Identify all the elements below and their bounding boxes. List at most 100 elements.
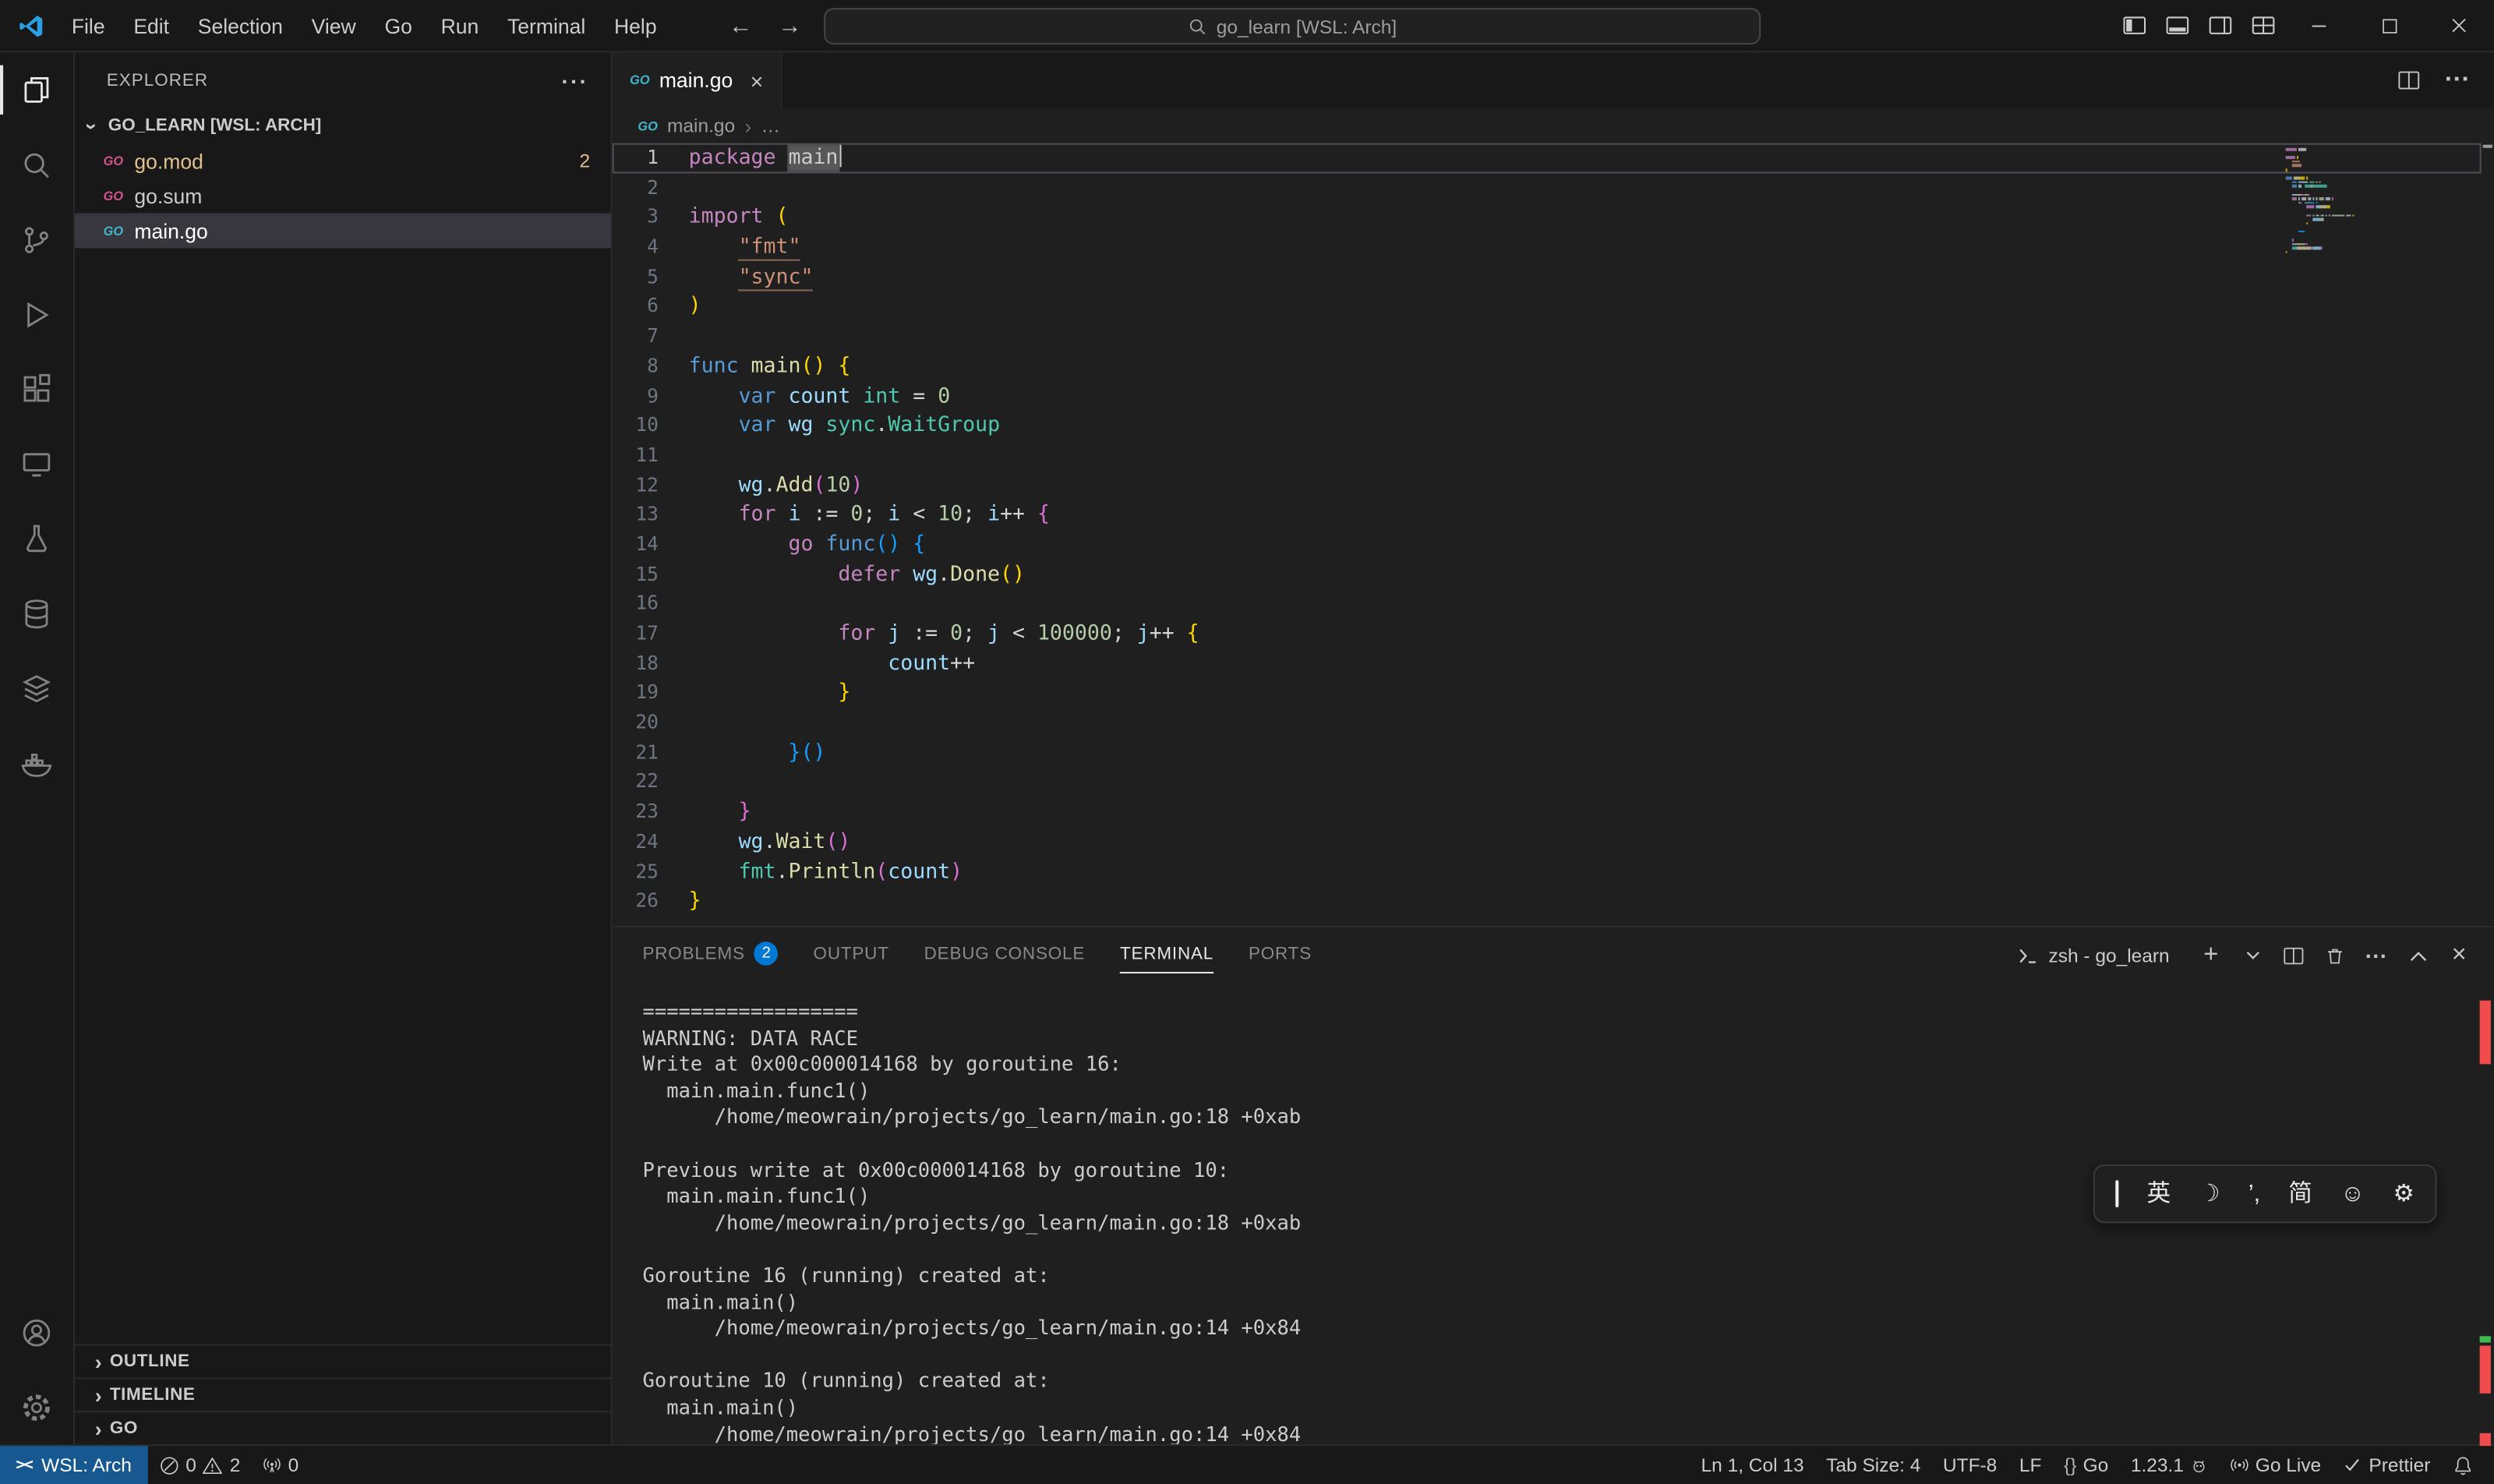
- code-line[interactable]: 13 for i := 0; i < 10; i++ {: [613, 500, 2482, 529]
- code-line[interactable]: 5 "sync": [613, 262, 2482, 292]
- explorer-section-header[interactable]: › GO_LEARN [WSL: ARCH]: [75, 108, 611, 143]
- code-line[interactable]: 4 "fmt": [613, 232, 2482, 262]
- activity-source-control[interactable]: [0, 202, 73, 277]
- breadcrumb-symbol[interactable]: …: [761, 115, 780, 137]
- code-line[interactable]: 3import (: [613, 203, 2482, 232]
- code-line[interactable]: 18 count++: [613, 648, 2482, 678]
- split-terminal-icon[interactable]: [2277, 938, 2309, 973]
- code-line[interactable]: 2: [613, 173, 2482, 203]
- code-line[interactable]: 17 for j := 0; j < 100000; j++ {: [613, 619, 2482, 648]
- editor-actions-icon[interactable]: ···: [2445, 66, 2471, 95]
- code-line[interactable]: 9 var count int = 0: [613, 381, 2482, 411]
- code-line[interactable]: 21 }(): [613, 737, 2482, 767]
- ports-status[interactable]: 0: [252, 1454, 310, 1476]
- code-line[interactable]: 22: [613, 768, 2482, 797]
- code-line[interactable]: 20: [613, 708, 2482, 737]
- activity-settings[interactable]: [0, 1369, 73, 1444]
- code-line[interactable]: 12 wg.Add(10): [613, 470, 2482, 500]
- code-line[interactable]: 25 fmt.Println(count): [613, 857, 2482, 886]
- code-line[interactable]: 10 var wg sync.WaitGroup: [613, 411, 2482, 440]
- activity-database[interactable]: [0, 576, 73, 651]
- activity-testing[interactable]: [0, 501, 73, 576]
- prettier-status[interactable]: Prettier: [2332, 1454, 2441, 1476]
- explorer-actions-icon[interactable]: ···: [561, 68, 588, 94]
- panel-tab-ports[interactable]: PORTS: [1249, 928, 1312, 983]
- ime-settings-gear-icon[interactable]: ⚙: [2393, 1182, 2414, 1206]
- ime-simplified-icon[interactable]: 简: [2288, 1182, 2312, 1206]
- kill-terminal-icon[interactable]: [2319, 938, 2351, 973]
- menu-file[interactable]: File: [57, 0, 118, 51]
- code-line[interactable]: 6): [613, 292, 2482, 321]
- menu-terminal[interactable]: Terminal: [493, 0, 600, 51]
- code-line[interactable]: 14 go func() {: [613, 529, 2482, 559]
- activity-accounts[interactable]: [0, 1295, 73, 1369]
- activity-docker[interactable]: [0, 726, 73, 800]
- history-forward-icon[interactable]: →: [778, 12, 802, 39]
- menu-edit[interactable]: Edit: [119, 0, 183, 51]
- language-mode[interactable]: {} Go: [2053, 1454, 2120, 1476]
- go-live-button[interactable]: Go Live: [2219, 1454, 2333, 1476]
- menu-view[interactable]: View: [297, 0, 370, 51]
- code-line[interactable]: 16: [613, 589, 2482, 619]
- notifications-bell[interactable]: [2442, 1454, 2485, 1475]
- indentation-status[interactable]: Tab Size: 4: [1815, 1454, 1932, 1476]
- menu-help[interactable]: Help: [600, 0, 671, 51]
- tab-main-go[interactable]: GO main.go ×: [613, 52, 782, 108]
- code-line[interactable]: 11: [613, 440, 2482, 470]
- cursor-position[interactable]: Ln 1, Col 13: [1690, 1454, 1815, 1476]
- ime-halfwidth-moon-icon[interactable]: ☽: [2199, 1182, 2220, 1206]
- eol-status[interactable]: LF: [2008, 1454, 2053, 1476]
- tab-close-icon[interactable]: ×: [751, 68, 764, 94]
- minimap[interactable]: [2286, 148, 2472, 256]
- breadcrumb-file[interactable]: main.go: [667, 115, 735, 137]
- window-maximize-button[interactable]: [2354, 0, 2424, 51]
- menu-selection[interactable]: Selection: [183, 0, 297, 51]
- panel-more-actions-icon[interactable]: ···: [2361, 938, 2393, 973]
- activity-explorer[interactable]: [0, 52, 73, 127]
- code-line[interactable]: 26}: [613, 886, 2482, 916]
- history-back-icon[interactable]: ←: [729, 12, 753, 39]
- activity-run-debug[interactable]: [0, 277, 73, 352]
- code-line[interactable]: 15 defer wg.Done(): [613, 560, 2482, 589]
- encoding-status[interactable]: UTF-8: [1932, 1454, 2008, 1476]
- activity-layers[interactable]: [0, 651, 73, 726]
- customize-layout-icon[interactable]: [2241, 0, 2284, 51]
- activity-remote-explorer[interactable]: [0, 426, 73, 501]
- split-editor-icon[interactable]: [2397, 69, 2422, 93]
- code-line[interactable]: 19 }: [613, 678, 2482, 708]
- code-line[interactable]: 8func main() {: [613, 352, 2482, 381]
- file-row-go-sum[interactable]: GO go.sum: [75, 178, 611, 214]
- file-row-go-mod[interactable]: GO go.mod 2: [75, 143, 611, 178]
- file-row-main-go[interactable]: GO main.go: [75, 213, 611, 248]
- window-close-button[interactable]: [2424, 0, 2494, 51]
- code-editor[interactable]: 1package main23import (4 "fmt"5 "sync"6)…: [613, 143, 2494, 926]
- timeline-section[interactable]: › TIMELINE: [75, 1377, 611, 1411]
- code-line[interactable]: 1package main: [613, 143, 2482, 173]
- code-line[interactable]: 7: [613, 322, 2482, 352]
- new-terminal-icon[interactable]: +: [2195, 938, 2227, 973]
- menu-run[interactable]: Run: [426, 0, 493, 51]
- ime-emoji-icon[interactable]: ☺: [2340, 1182, 2365, 1206]
- activity-extensions[interactable]: [0, 352, 73, 426]
- activity-search[interactable]: [0, 127, 73, 202]
- code-line[interactable]: 23 }: [613, 797, 2482, 827]
- ime-punctuation-icon[interactable]: ’,: [2248, 1182, 2260, 1206]
- overview-ruler[interactable]: [2480, 143, 2494, 926]
- terminal-instance-chip[interactable]: zsh - go_learn: [2017, 944, 2170, 966]
- go-version-status[interactable]: 1.23.1: [2120, 1454, 2219, 1476]
- close-panel-icon[interactable]: ×: [2443, 938, 2475, 973]
- outline-section[interactable]: › OUTLINE: [75, 1344, 611, 1377]
- go-section[interactable]: › GO: [75, 1411, 611, 1444]
- window-minimize-button[interactable]: [2284, 0, 2354, 51]
- toggle-secondary-sidebar-icon[interactable]: [2198, 0, 2241, 51]
- command-center[interactable]: go_learn [WSL: Arch]: [824, 8, 1761, 44]
- panel-tab-problems[interactable]: PROBLEMS2: [642, 928, 778, 983]
- code-line[interactable]: 24 wg.Wait(): [613, 827, 2482, 857]
- maximize-panel-icon[interactable]: [2402, 938, 2434, 973]
- panel-tab-output[interactable]: OUTPUT: [814, 928, 889, 983]
- ime-language-icon[interactable]: 英: [2146, 1182, 2171, 1206]
- remote-indicator[interactable]: >< WSL: Arch: [0, 1446, 147, 1484]
- toggle-panel-icon[interactable]: [2155, 0, 2198, 51]
- problems-status[interactable]: 0 2: [147, 1454, 251, 1476]
- terminal-profile-dropdown-icon[interactable]: [2236, 938, 2268, 973]
